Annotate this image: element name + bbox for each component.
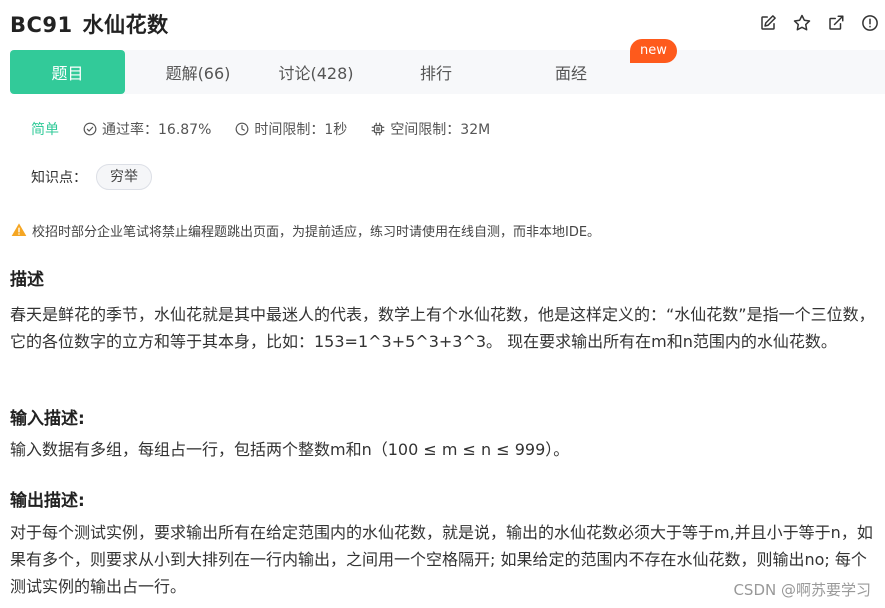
tab-interview[interactable]: 面经 [511, 50, 631, 94]
problem-header: BC91 水仙花数 [10, 8, 880, 40]
problem-title: 水仙花数 [82, 13, 169, 37]
tab-discussion[interactable]: 讨论(428) [271, 50, 361, 94]
knowledge-tag[interactable]: 穷举 [96, 164, 152, 190]
knowledge-points: 知识点： 穷举 [31, 164, 152, 190]
tab-problem[interactable]: 题目 [10, 50, 125, 94]
report-icon[interactable] [859, 12, 880, 33]
output-description-title: 输出描述: [10, 491, 85, 511]
check-circle-icon [83, 122, 97, 136]
pass-rate: 通过率：16.87% [83, 119, 211, 139]
pass-rate-text: 通过率：16.87% [102, 122, 212, 138]
edit-icon[interactable] [757, 12, 778, 33]
warning-icon [11, 223, 27, 236]
header-actions [757, 12, 880, 33]
new-badge: new [630, 39, 677, 63]
share-icon[interactable] [825, 12, 846, 33]
difficulty-label: 简单 [31, 122, 59, 138]
tab-ranking[interactable]: 排行 [361, 50, 511, 94]
watermark: CSDN @啊苏要学习 [733, 581, 871, 599]
description-title: 描述 [10, 270, 44, 290]
knowledge-label: 知识点： [31, 170, 87, 186]
problem-code: BC91 [10, 13, 73, 37]
time-limit-text: 时间限制：1秒 [254, 122, 348, 138]
page-title: BC91 水仙花数 [10, 9, 169, 39]
clock-icon [235, 122, 249, 136]
description-text: 春天是鲜花的季节，水仙花就是其中最迷人的代表，数学上有个水仙花数，他是这样定义的… [10, 305, 875, 351]
memory-limit-text: 空间限制：32M [390, 122, 491, 138]
input-description-title: 输入描述: [10, 409, 85, 429]
tab-solutions[interactable]: 题解(66) [125, 50, 271, 94]
star-icon[interactable] [791, 12, 812, 33]
problem-tabs: 题目 题解(66) 讨论(428) 排行 面经 [10, 50, 885, 94]
notice-text: 校招时部分企业笔试将禁止编程题跳出页面，为提前适应，练习时请使用在线自测，而非本… [32, 224, 601, 240]
memory-limit: 空间限制：32M [371, 119, 490, 139]
chip-icon [371, 122, 385, 136]
exam-notice: 校招时部分企业笔试将禁止编程题跳出页面，为提前适应，练习时请使用在线自测，而非本… [11, 220, 600, 240]
time-limit: 时间限制：1秒 [235, 119, 347, 139]
input-description-text: 输入数据有多组，每组占一行，包括两个整数m和n（100 ≤ m ≤ n ≤ 99… [10, 440, 570, 459]
problem-meta: 简单 通过率：16.87% 时间限制：1秒 空间限制：32M [31, 119, 514, 139]
